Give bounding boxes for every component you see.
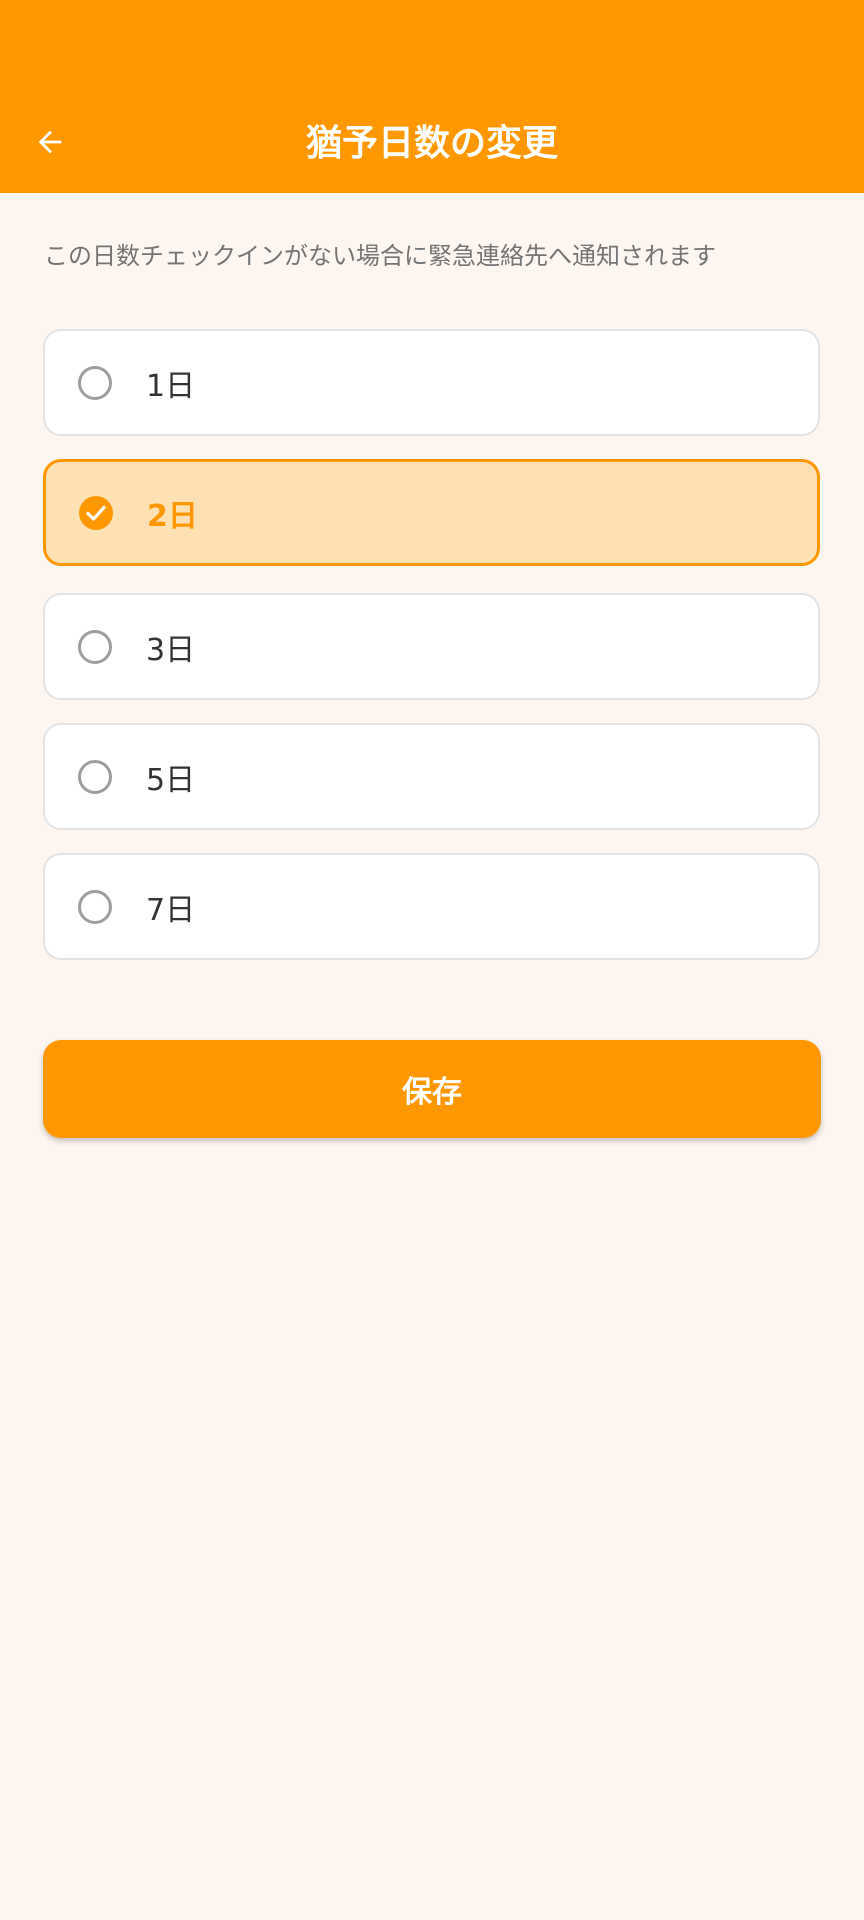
page-title: 猶予日数の変更 (305, 123, 558, 164)
radio-unchecked-icon (78, 759, 112, 794)
app-bar: 猶予日数の変更 (0, 0, 864, 193)
option-5-days[interactable]: 5日 (43, 723, 820, 830)
option-label: 7日 (146, 892, 196, 928)
radio-unchecked-icon (78, 629, 112, 664)
option-label: 5日 (146, 762, 196, 798)
radio-checked-icon (79, 495, 113, 530)
radio-unchecked-icon (78, 889, 112, 924)
option-1-day[interactable]: 1日 (43, 329, 820, 436)
option-label: 3日 (146, 632, 196, 668)
option-label: 1日 (146, 368, 196, 404)
save-button[interactable]: 保存 (43, 1040, 821, 1138)
description-text: この日数チェックインがない場合に緊急連絡先へ通知されます (44, 242, 716, 270)
radio-unchecked-icon (78, 365, 112, 400)
option-2-days[interactable]: 2日 (43, 459, 820, 566)
option-label: 2日 (147, 498, 198, 534)
option-3-days[interactable]: 3日 (43, 593, 820, 700)
option-7-days[interactable]: 7日 (43, 853, 820, 960)
